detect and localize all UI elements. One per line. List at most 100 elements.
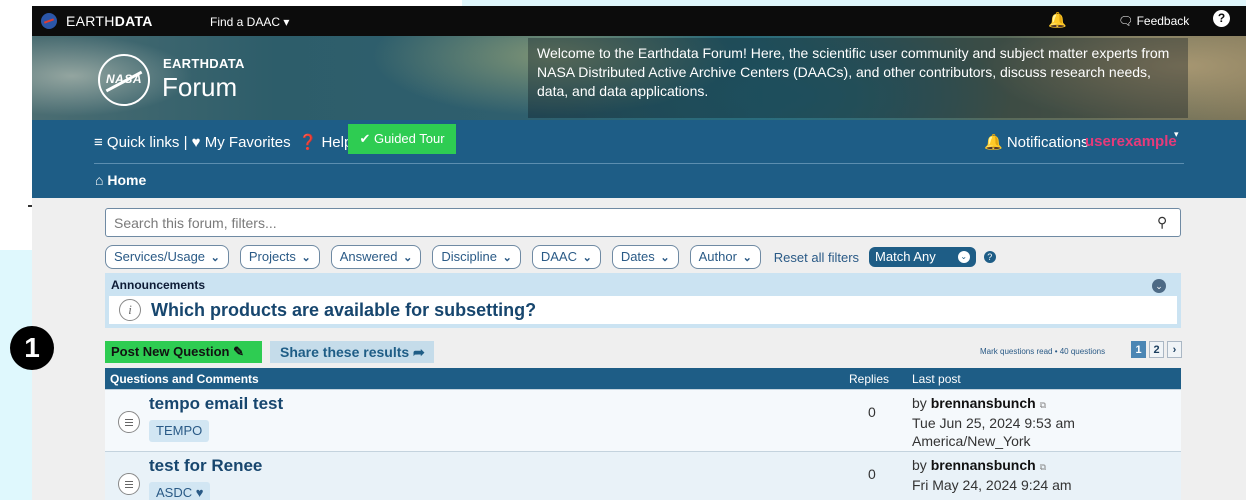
topic-title[interactable]: test for Renee <box>149 456 262 476</box>
chat-icon: 🗨 <box>1118 14 1134 28</box>
feedback-link[interactable]: 🗨 Feedback <box>1118 14 1189 28</box>
chevron-down-icon: ⌄ <box>403 252 413 264</box>
forum-navbar: ≡ Quick links | ♥ My Favorites ❓ Help ✔ … <box>32 120 1246 198</box>
last-post-date: Tue Jun 25, 2024 9:53 am <box>912 415 1075 431</box>
left-margin-cyan <box>0 250 32 500</box>
nasa-mini-logo-icon[interactable] <box>41 13 57 29</box>
nasa-logo[interactable]: NASA <box>98 54 150 106</box>
filter-answered[interactable]: Answered ⌄ <box>330 245 422 269</box>
filter-label: Services/Usage <box>114 249 206 264</box>
announcement-title[interactable]: Which products are available for subsett… <box>151 300 536 321</box>
topic-title[interactable]: tempo email test <box>149 394 283 414</box>
bell-icon[interactable]: 🔔 <box>1048 11 1067 29</box>
page-1-button[interactable]: 1 <box>1131 341 1146 358</box>
filter-dates[interactable]: Dates ⌄ <box>611 245 679 269</box>
chevron-down-icon[interactable]: ▾ <box>1174 129 1179 140</box>
goto-post-icon[interactable]: ⧉ <box>1040 462 1046 472</box>
browser-page: EARTHDATA Find a DAAC ▾ 🔔 🗨 Feedback ? N… <box>32 6 1246 500</box>
brand-bold: DATA <box>114 13 153 29</box>
topic-read-icon <box>118 411 140 433</box>
chevron-down-icon: ⌄ <box>957 251 970 263</box>
filter-daac[interactable]: DAAC ⌄ <box>531 245 601 269</box>
find-daac-menu[interactable]: Find a DAAC ▾ <box>210 15 289 29</box>
chevron-down-icon: ⌄ <box>301 252 311 264</box>
last-post-author[interactable]: brennansbunch <box>931 395 1036 411</box>
help-icon[interactable]: ? <box>1213 10 1230 27</box>
quick-links-menu[interactable]: ≡ Quick links <box>94 134 179 151</box>
step-marker-badge: 1 <box>10 326 54 370</box>
filter-label: Projects <box>248 249 296 264</box>
left-margin-white <box>0 0 32 250</box>
topic-list: Questions and Comments Replies Last post… <box>105 368 1181 500</box>
chevron-down-icon: ⌄ <box>742 252 752 264</box>
filter-author[interactable]: Author ⌄ <box>689 245 761 269</box>
pagination: 1 2 › <box>1128 341 1182 358</box>
search-box: ⚲ <box>105 208 1181 237</box>
username-menu[interactable]: userexample <box>1085 133 1177 150</box>
reset-filters-link[interactable]: Reset all filters <box>774 250 859 265</box>
earthdata-topbar: EARTHDATA Find a DAAC ▾ 🔔 🗨 Feedback ? <box>32 6 1246 36</box>
filter-label: Answered <box>339 249 398 264</box>
header-questions: Questions and Comments <box>110 372 259 386</box>
help-link[interactable]: ❓ Help <box>299 133 353 151</box>
share-results-button[interactable]: Share these results ➦ <box>270 341 434 363</box>
topic-tag[interactable]: ASDC ♥ <box>149 482 211 500</box>
chevron-down-icon: ⌄ <box>660 252 670 264</box>
list-item: tempo email test TEMPO 0 by brennansbunc… <box>105 389 1181 451</box>
header-last-post: Last post <box>912 372 961 386</box>
brand-light: EARTH <box>66 13 115 29</box>
topic-read-icon <box>118 473 140 495</box>
page-2-button[interactable]: 2 <box>1149 341 1164 358</box>
nav-divider-line <box>94 163 1184 164</box>
announcement-item[interactable]: i Which products are available for subse… <box>109 296 1177 324</box>
next-page-button[interactable]: › <box>1167 341 1182 358</box>
nasa-logo-text: NASA <box>106 72 143 86</box>
collapse-toggle-icon[interactable]: ⌄ <box>1152 279 1166 293</box>
list-item: test for Renee ASDC ♥ 0 by brennansbunch… <box>105 451 1181 500</box>
guided-tour-button[interactable]: ✔ Guided Tour <box>348 124 456 154</box>
last-post-timezone: America/New_York <box>912 433 1031 449</box>
filter-label: DAAC <box>540 249 577 264</box>
filter-label: Dates <box>620 249 655 264</box>
header-banner: NASA EARTHDATA Forum Welcome to the Eart… <box>32 36 1246 120</box>
topic-last-post: by brennansbunch ⧉ Fri May 24, 2024 9:24… <box>912 456 1072 494</box>
match-mode-value: Match Any <box>875 249 936 264</box>
filter-services-usage[interactable]: Services/Usage ⌄ <box>105 245 229 269</box>
match-mode-select[interactable]: Match Any ⌄ <box>869 247 976 267</box>
filter-discipline[interactable]: Discipline ⌄ <box>432 245 521 269</box>
nav-divider: | <box>179 133 192 151</box>
find-daac-label: Find a DAAC <box>210 15 281 29</box>
announcements-panel: Announcements ⌄ i Which products are ava… <box>105 273 1181 328</box>
last-post-date: Fri May 24, 2024 9:24 am <box>912 477 1072 493</box>
mark-read-link[interactable]: Mark questions read • 40 questions <box>980 347 1105 356</box>
earthdata-title: EARTHDATA <box>163 56 245 71</box>
chevron-down-icon: ⌄ <box>502 252 512 264</box>
search-input[interactable] <box>114 214 1014 232</box>
filter-label: Author <box>698 249 737 264</box>
my-favorites-link[interactable]: ♥ My Favorites <box>192 134 291 151</box>
chevron-down-icon: ⌄ <box>582 252 592 264</box>
search-icon[interactable]: ⚲ <box>1157 214 1167 231</box>
chevron-down-icon: ⌄ <box>210 252 220 264</box>
breadcrumb-home[interactable]: ⌂ Home <box>95 172 146 188</box>
last-post-by: by <box>912 457 931 473</box>
match-help-icon[interactable]: ? <box>983 251 996 263</box>
topic-list-header: Questions and Comments Replies Last post <box>105 368 1181 389</box>
goto-post-icon[interactable]: ⧉ <box>1040 400 1046 410</box>
topic-replies: 0 <box>868 404 876 420</box>
welcome-text: Welcome to the Earthdata Forum! Here, th… <box>537 45 1170 99</box>
notifications-link[interactable]: 🔔 Notifications <box>984 133 1089 151</box>
last-post-author[interactable]: brennansbunch <box>931 457 1036 473</box>
nav-links: ≡ Quick links | ♥ My Favorites ❓ Help <box>94 133 353 152</box>
filter-label: Discipline <box>441 249 497 264</box>
filter-bar: Services/Usage ⌄ Projects ⌄ Answered ⌄ D… <box>105 245 996 269</box>
earthdata-brand-link[interactable]: EARTHDATA <box>66 13 153 29</box>
last-post-by: by <box>912 395 931 411</box>
header-replies: Replies <box>849 372 890 386</box>
topic-tag[interactable]: TEMPO <box>149 420 210 442</box>
post-new-question-button[interactable]: Post New Question ✎ <box>105 341 262 363</box>
topic-replies: 0 <box>868 466 876 482</box>
forum-title[interactable]: Forum <box>162 72 237 103</box>
topic-last-post: by brennansbunch ⧉ Tue Jun 25, 2024 9:53… <box>912 394 1075 450</box>
filter-projects[interactable]: Projects ⌄ <box>239 245 320 269</box>
